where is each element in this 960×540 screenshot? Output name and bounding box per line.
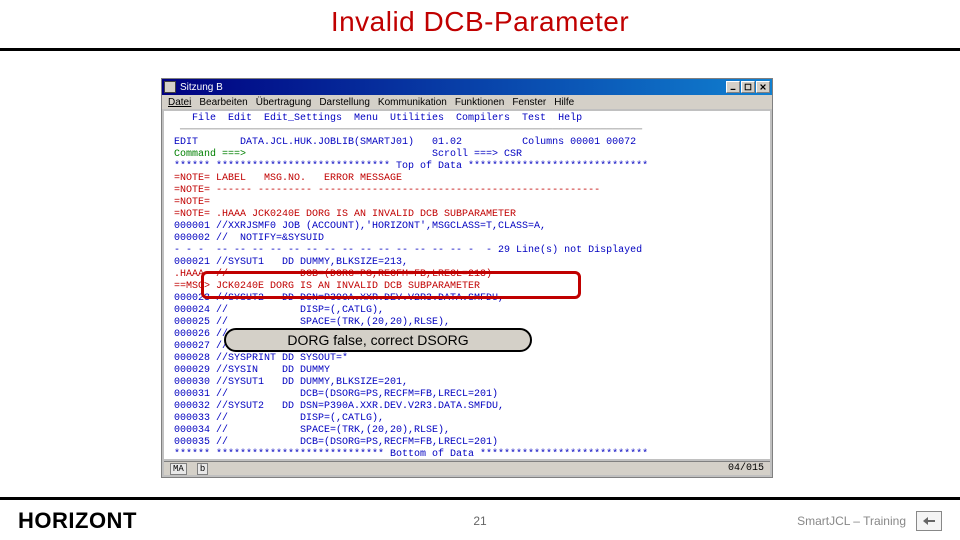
jcl-line-000032[interactable]: 000032 //SYSUT2 DD DSN=P390A.XXR.DEV.V2R… — [168, 401, 766, 413]
lines-not-displayed: - - - -- -- -- -- -- -- -- -- -- -- -- -… — [168, 245, 766, 257]
win-menu-kommunikation[interactable]: Kommunikation — [378, 97, 447, 108]
ispf-separator: ────────────────────────────────────────… — [168, 125, 766, 137]
slide-footer: HORIZONT 21 SmartJCL – Training — [0, 502, 960, 540]
window-menubar: Datei Bearbeiten Übertragung Darstellung… — [162, 95, 772, 109]
note-line-2: =NOTE= ------ --------- ----------------… — [168, 185, 766, 197]
jcl-line-000033[interactable]: 000033 // DISP=(,CATLG), — [168, 413, 766, 425]
jcl-line-000029[interactable]: 000029 //SYSIN DD DUMMY — [168, 365, 766, 377]
window-statusbar: MA b 04/015 — [164, 461, 770, 475]
win-menu-funktionen[interactable]: Funktionen — [455, 97, 504, 108]
page-number: 21 — [473, 514, 486, 528]
window-sysmenu-icon[interactable] — [164, 81, 176, 93]
jcl-label-haaa[interactable]: .HAAA // DCB=(DORG=PS,RECFM=FB,LRECL=213… — [168, 269, 766, 281]
jcl-line-000001[interactable]: 000001 //XXRJSMF0 JOB (ACCOUNT),'HORIZON… — [168, 221, 766, 233]
status-ma: MA — [170, 463, 187, 475]
win-menu-fenster[interactable]: Fenster — [512, 97, 546, 108]
footer-divider — [0, 497, 960, 500]
status-b: b — [197, 463, 208, 475]
footer-right-text: SmartJCL – Training — [797, 514, 906, 528]
title-divider — [0, 48, 960, 51]
win-menu-bearbeiten[interactable]: Bearbeiten — [199, 97, 247, 108]
window-titlebar: Sitzung B — [162, 79, 772, 95]
ispf-menu-row: File Edit Edit_Settings Menu Utilities C… — [168, 113, 766, 125]
note-line-1: =NOTE= LABEL MSG.NO. ERROR MESSAGE — [168, 173, 766, 185]
edit-header: EDIT DATA.JCL.HUK.JOBLIB(SMARTJ01) 01.02… — [168, 137, 766, 149]
jcl-line-000021[interactable]: 000021 //SYSUT1 DD DUMMY,BLKSIZE=213, — [168, 257, 766, 269]
jcl-line-000031[interactable]: 000031 // DCB=(DSORG=PS,RECFM=FB,LRECL=2… — [168, 389, 766, 401]
slide-title: Invalid DCB-Parameter — [0, 0, 960, 38]
command-line[interactable]: Command ===> Scroll ===> CSR — [168, 149, 766, 161]
jcl-line-000035[interactable]: 000035 // DCB=(DSORG=PS,RECFM=FB,LRECL=2… — [168, 437, 766, 449]
jcl-line-000023[interactable]: 000023 //SYSUT2 DD DSN=P390A.XXR.DEV.V2R… — [168, 293, 766, 305]
win-menu-datei[interactable]: Datei — [168, 97, 191, 108]
window-title: Sitzung B — [180, 82, 223, 93]
note-line-error: =NOTE= .HAAA JCK0240E DORG IS AN INVALID… — [168, 209, 766, 221]
bottom-of-data: ****** **************************** Bott… — [168, 449, 766, 459]
footer-logo-text: HORIZONT — [18, 508, 137, 534]
prev-slide-button[interactable] — [916, 511, 942, 531]
terminal-screen[interactable]: File Edit Edit_Settings Menu Utilities C… — [164, 111, 770, 459]
minimize-button[interactable] — [726, 81, 740, 93]
jcl-line-000002[interactable]: 000002 // NOTIFY=&SYSUID — [168, 233, 766, 245]
top-of-data: ****** ***************************** Top… — [168, 161, 766, 173]
win-menu-darstellung[interactable]: Darstellung — [319, 97, 370, 108]
jcl-line-000030[interactable]: 000030 //SYSUT1 DD DUMMY,BLKSIZE=201, — [168, 377, 766, 389]
note-line-3: =NOTE= — [168, 197, 766, 209]
close-button[interactable] — [756, 81, 770, 93]
msg-line: ==MSG> JCK0240E DORG IS AN INVALID DCB S… — [168, 281, 766, 293]
jcl-line-000024[interactable]: 000024 // DISP=(,CATLG), — [168, 305, 766, 317]
jcl-line-000028[interactable]: 000028 //SYSPRINT DD SYSOUT=* — [168, 353, 766, 365]
terminal-window: Sitzung B Datei Bearbeiten Übertragung D… — [161, 78, 773, 478]
win-menu-uebertragung[interactable]: Übertragung — [256, 97, 312, 108]
maximize-button[interactable] — [741, 81, 755, 93]
jcl-line-000034[interactable]: 000034 // SPACE=(TRK,(20,20),RLSE), — [168, 425, 766, 437]
callout-annotation: DORG false, correct DSORG — [224, 328, 532, 352]
win-menu-hilfe[interactable]: Hilfe — [554, 97, 574, 108]
status-cursor-pos: 04/015 — [728, 463, 764, 474]
